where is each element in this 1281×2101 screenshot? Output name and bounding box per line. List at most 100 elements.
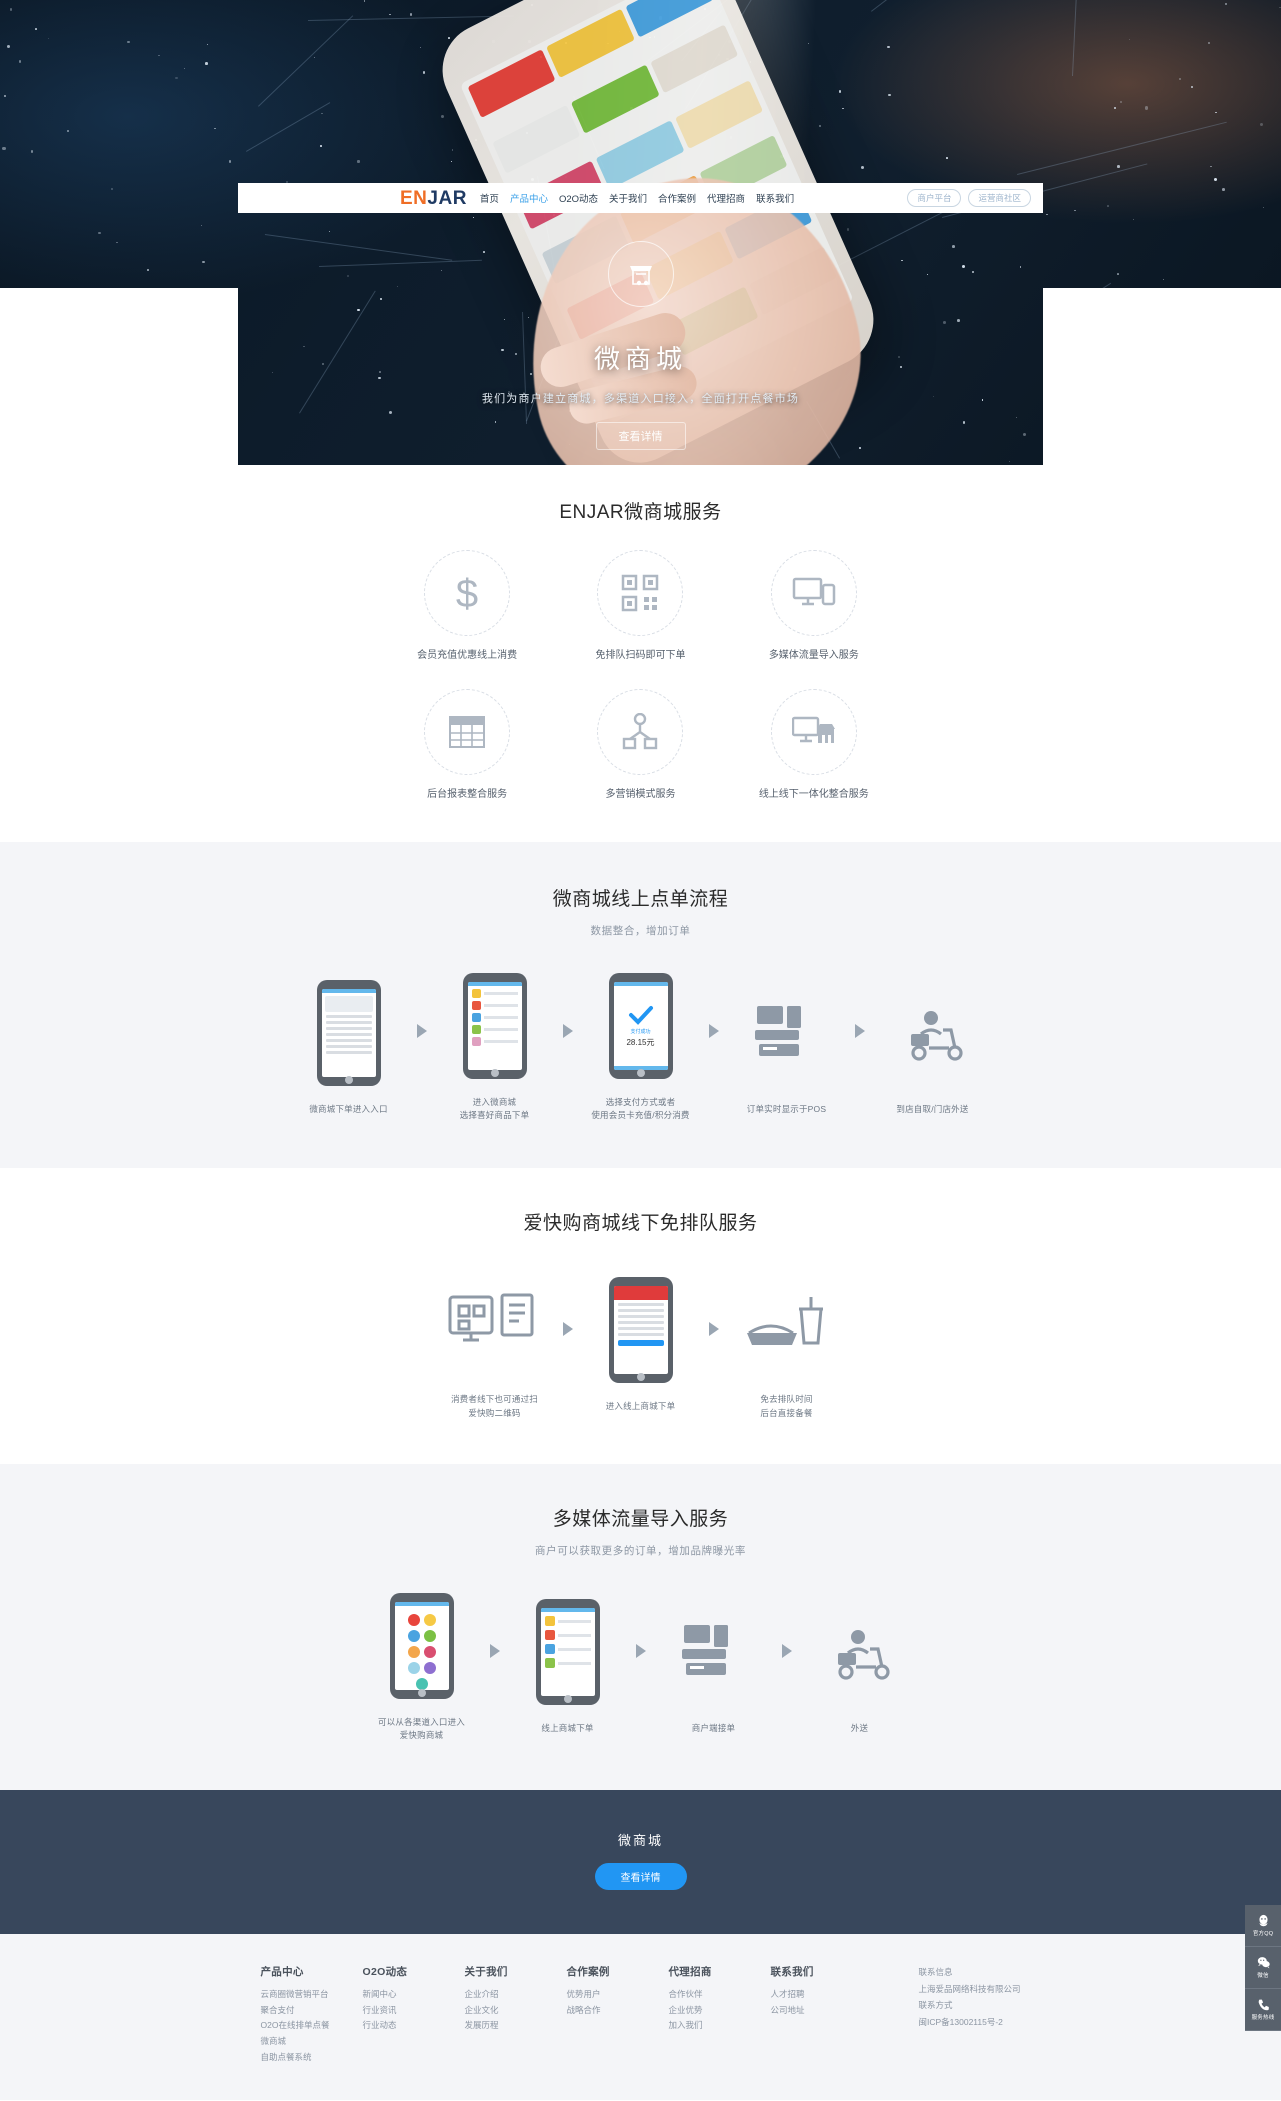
footer-link[interactable]: 企业优势 [669,2003,743,2019]
pay-amount: 28.15元 [626,1037,655,1047]
network-node-icon [597,689,684,775]
footer-link[interactable]: 加入我们 [669,2018,743,2034]
delivery-scooter-icon [910,1010,963,1061]
footer-column-5: 联系我们 人才招聘 公司地址 [771,1964,845,2066]
footer-link[interactable]: 自助点餐系统 [261,2050,335,2066]
footer-link[interactable]: 合作伙伴 [669,1987,743,2003]
flow-step-2: 免去排队时间 后台直接备餐 [725,1267,849,1419]
hero-tile [571,64,660,134]
flow-step-1: 进入线上商城下单 [579,1274,703,1413]
footer-contact-line: 联系信息 [918,1967,953,1978]
footer-contact-line: 联系方式 [918,2000,953,2011]
flow-arrow-icon [416,1024,427,1039]
footer-link[interactable]: 微商城 [261,2034,335,2050]
side-widget-label: 服务热线 [1251,2015,1275,2021]
brand-logo[interactable]: ENJAR [400,189,467,208]
footer-link[interactable]: 企业文化 [465,2003,539,2019]
footer-link[interactable]: 发展历程 [465,2018,539,2034]
delivery-scooter-icon [897,977,969,1089]
delivery-scooter-icon [837,1630,890,1680]
cta-title: 微商城 [617,1833,663,1849]
side-widget-label: 微信 [1257,1973,1269,1979]
side-widget-2[interactable]: 服务热线 [1245,1989,1281,2031]
service-item-2[interactable]: 多媒体流量导入服务 [729,550,899,663]
report-table-icon [424,689,511,775]
wechat-icon [1257,1956,1270,1969]
nav-item-0[interactable]: 首页 [480,191,499,205]
footer-link[interactable]: 企业介绍 [465,1987,539,2003]
nav-left-group: ENJAR 首页 产品中心 O2O动态 关于我们 合作案例 代理招商 联系我们 [400,189,794,208]
hero-tile [595,120,685,189]
services-grid: $ 会员充值优惠线上消费 免排队扫码即可下单 多媒体流量导入服务后台报表整合服务 多营销… [381,550,901,802]
footer-column-title: O2O动态 [362,1966,408,1979]
services-section: ENJAR微商城服务 $ 会员充值优惠线上消费 免排队扫码即可下单 多媒体流量导入服务… [0,465,1281,842]
flow-step-caption: 线上商城下单 [541,1723,594,1734]
hero-banner: ENJAR 首页 产品中心 O2O动态 关于我们 合作案例 代理招商 联系我们 商户平台 运营… [0,0,1281,465]
offline-flow-section: 爱快购商城线下免排队服务 消费者线下也可通过扫 爱快购二维码 进入线上商城下单 免去排… [0,1168,1281,1464]
phone-graphic [535,1599,600,1706]
online-flow-steps: 微商城下单进入入口 进入微商城 选择喜好商品下单 支付成功 28.15元 选择支付方式或者… [0,970,1281,1122]
nav-item-4[interactable]: 合作案例 [658,191,696,205]
service-item-1[interactable]: 免排队扫码即可下单 [555,550,725,663]
hero-photo [238,0,1043,465]
online-flow-title: 微商城线上点单流程 [552,889,729,910]
media-flow-title: 多媒体流量导入服务 [552,1508,729,1530]
qr-scan-doc-icon [447,1267,543,1379]
footer-link[interactable]: 聚合支付 [261,2003,335,2019]
footer-column-1: O2O动态新闻中心 行业资讯 行业动态 [363,1964,437,2066]
side-widget-0[interactable]: 官方QQ [1245,1905,1281,1947]
footer-link[interactable]: 优势用户 [567,1987,641,2003]
flow-step-caption: 进入微商城 选择喜好商品下单 [459,1097,530,1121]
phone-icon [1257,1998,1270,2011]
nav-button-0[interactable]: 商户平台 [907,189,962,207]
site-footer: 产品中心 云商圈微营销平台 聚合支付 O2O在线排单点餐 微商城 自助点餐系统 O2O动态新… [0,1934,1281,2100]
nav-item-3[interactable]: 关于我们 [609,191,647,205]
service-item-0[interactable]: $ 会员充值优惠线上消费 [382,550,552,663]
footer-link[interactable]: 云商圈微营销平台 [261,1987,335,2003]
footer-link[interactable]: 行业动态 [363,2018,437,2034]
nav-item-6[interactable]: 联系我们 [756,191,794,205]
footer-link[interactable]: 人才招聘 [771,1987,845,2003]
flow-arrow-icon [562,1321,573,1336]
service-item-3[interactable]: 后台报表整合服务 [382,689,552,802]
phone-apps-icon [389,1590,454,1702]
main-navigation[interactable]: ENJAR 首页 产品中心 O2O动态 关于我们 合作案例 代理招商 联系我们 商户平台 运营… [238,183,1043,213]
nav-item-5[interactable]: 代理招商 [707,191,745,205]
hero-mask-right [1043,288,1281,465]
phone-graphic [462,973,527,1079]
pos-terminal-icon [754,1005,801,1056]
footer-column-title: 关于我们 [464,1966,508,1979]
pos-terminal-icon [681,1625,728,1676]
flow-step-caption: 消费者线下也可通过扫 爱快购二维码 [450,1394,538,1418]
flow-step-caption: 免去排队时间 后台直接备餐 [760,1394,813,1418]
footer-link[interactable]: O2O在线排单点餐 [261,2018,335,2034]
nav-item-1[interactable]: 产品中心 [510,191,548,205]
footer-column-title: 代理招商 [668,1966,712,1979]
side-contact-widgets[interactable]: 官方QQ 微信服务热线 [1245,1905,1281,2031]
flow-arrow-icon [489,1643,500,1658]
hero-tile [546,8,635,78]
footer-column-title: 合作案例 [566,1966,610,1979]
logo-jar-text: JAR [427,187,467,209]
side-widget-1[interactable]: 微信 [1245,1947,1281,1989]
phone-graphic [608,1276,673,1383]
footer-link[interactable]: 战略合作 [567,2003,641,2019]
flow-step-3: 外送 [798,1596,922,1735]
service-item-5[interactable]: 线上线下一体化整合服务 [729,689,899,802]
footer-link[interactable]: 行业资讯 [363,2003,437,2019]
nav-item-2[interactable]: O2O动态 [559,191,598,205]
service-label: 多营销模式服务 [605,789,676,800]
nav-button-1[interactable]: 运营商社区 [968,189,1031,207]
flow-arrow-icon [562,1024,573,1039]
phone-graphic [389,1592,454,1699]
offline-flow-title: 爱快购商城线下免排队服务 [523,1213,758,1235]
hero-cta-button[interactable]: 查看详情 [595,422,686,450]
service-item-4[interactable]: 多营销模式服务 [555,689,725,802]
footer-link[interactable]: 新闻中心 [363,1987,437,2003]
flow-step-0: 可以从各渠道入口进入 爱快购商城 [360,1590,484,1742]
cta-detail-button[interactable]: 查看详情 [594,1863,687,1891]
service-label: 多媒体流量导入服务 [768,650,859,661]
qrcode-icon [597,550,684,636]
footer-link[interactable]: 公司地址 [771,2003,845,2019]
phone-cart-icon [535,1596,600,1708]
